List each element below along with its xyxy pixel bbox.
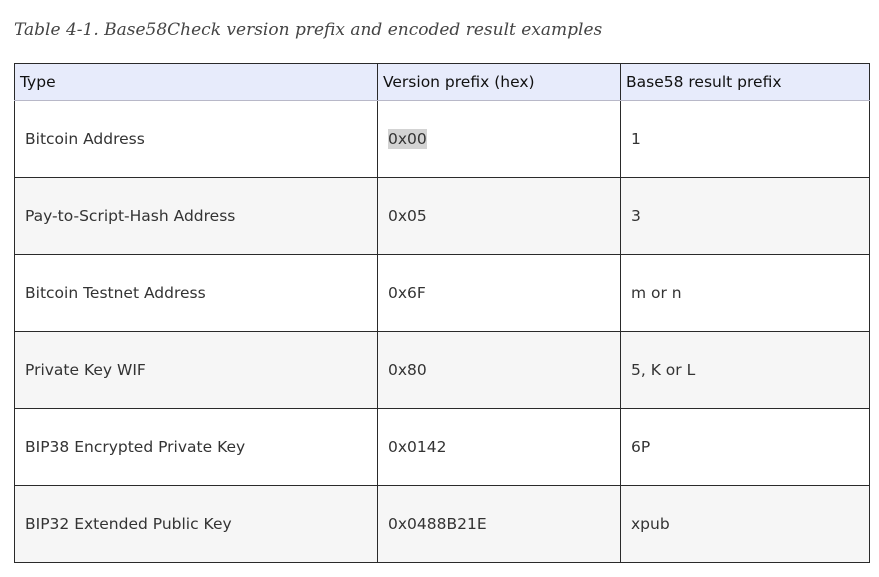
cell-type: BIP32 Extended Public Key — [14, 485, 378, 563]
cell-version-prefix: 0x0142 — [377, 408, 621, 486]
cell-result-prefix: 5, K or L — [620, 331, 870, 409]
table-header-row: Type Version prefix (hex) Base58 result … — [14, 63, 870, 101]
header-version-prefix: Version prefix (hex) — [377, 63, 621, 101]
table-row: Bitcoin Address 0x00 1 — [14, 100, 870, 178]
cell-version-prefix: 0x80 — [377, 331, 621, 409]
table-row: BIP32 Extended Public Key 0x0488B21E xpu… — [14, 485, 870, 563]
cell-result-prefix: 6P — [620, 408, 870, 486]
selected-text-highlight[interactable]: 0x00 — [388, 129, 427, 149]
table-row: Private Key WIF 0x80 5, K or L — [14, 331, 870, 409]
cell-type: Bitcoin Testnet Address — [14, 254, 378, 332]
cell-result-prefix: 3 — [620, 177, 870, 255]
cell-type: Pay-to-Script-Hash Address — [14, 177, 378, 255]
cell-version-prefix: 0x0488B21E — [377, 485, 621, 563]
table-row: Pay-to-Script-Hash Address 0x05 3 — [14, 177, 870, 255]
cell-version-prefix: 0x6F — [377, 254, 621, 332]
cell-result-prefix: m or n — [620, 254, 870, 332]
cell-type: Bitcoin Address — [14, 100, 378, 178]
cell-version-prefix: 0x00 — [377, 100, 621, 178]
table-row: BIP38 Encrypted Private Key 0x0142 6P — [14, 408, 870, 486]
header-type: Type — [14, 63, 378, 101]
table-row: Bitcoin Testnet Address 0x6F m or n — [14, 254, 870, 332]
cell-version-prefix: 0x05 — [377, 177, 621, 255]
cell-result-prefix: 1 — [620, 100, 870, 178]
table-caption: Table 4-1. Base58Check version prefix an… — [14, 20, 603, 40]
header-base58-result-prefix: Base58 result prefix — [620, 63, 870, 101]
base58check-prefix-table: Type Version prefix (hex) Base58 result … — [14, 63, 870, 563]
cell-type: Private Key WIF — [14, 331, 378, 409]
cell-result-prefix: xpub — [620, 485, 870, 563]
cell-type: BIP38 Encrypted Private Key — [14, 408, 378, 486]
